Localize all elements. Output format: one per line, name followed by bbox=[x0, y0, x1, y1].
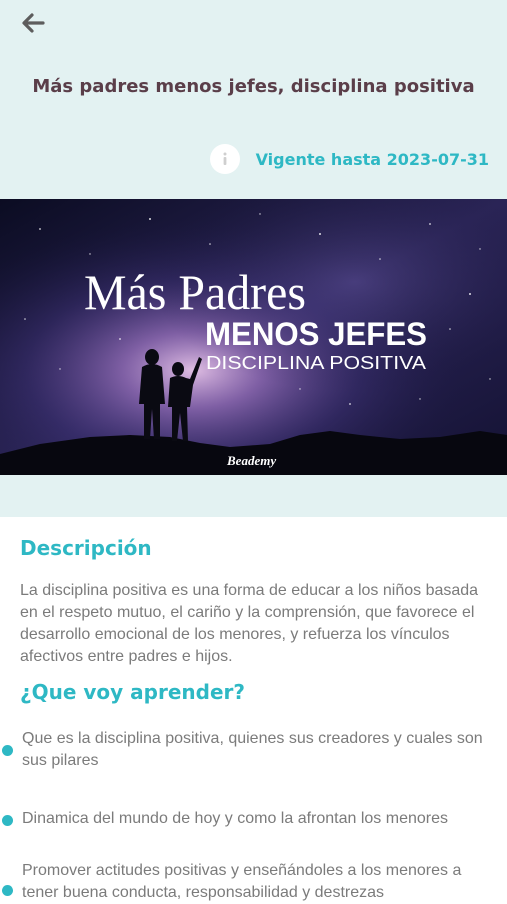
bullet-icon bbox=[2, 745, 13, 756]
bullet-icon bbox=[2, 885, 13, 896]
course-title: Más padres menos jefes, disciplina posit… bbox=[32, 76, 475, 97]
image-bottom-band bbox=[0, 475, 507, 517]
valid-until-text: Vigente hasta 2023-07-31 bbox=[255, 149, 489, 169]
banner-logo: Beademy bbox=[226, 453, 276, 468]
banner-line3: DISCIPLINA POSITIVA bbox=[206, 353, 426, 373]
header: Más padres menos jefes, disciplina posit… bbox=[0, 0, 507, 199]
banner-line2: MENOS JEFES bbox=[205, 316, 427, 352]
learn-item-text: Que es la disciplina positiva, quienes s… bbox=[22, 730, 483, 769]
validity-row: Vigente hasta 2023-07-31 bbox=[209, 143, 489, 175]
learn-item-text: Dinamica del mundo de hoy y como la afro… bbox=[22, 810, 448, 827]
arrow-left-icon bbox=[22, 13, 45, 33]
description-heading: Descripción bbox=[20, 536, 152, 560]
course-banner-image: Más Padres MENOS JEFES DISCIPLINA POSITI… bbox=[0, 199, 507, 475]
back-button[interactable] bbox=[16, 6, 50, 40]
learn-heading: ¿Que voy aprender? bbox=[20, 680, 245, 704]
bullet-icon bbox=[2, 815, 13, 826]
banner-line1: Más Padres bbox=[84, 264, 306, 320]
learn-item-text: Promover actitudes positivas y enseñándo… bbox=[22, 862, 462, 901]
info-icon[interactable] bbox=[209, 144, 240, 174]
description-text: La disciplina positiva es una forma de e… bbox=[20, 582, 479, 665]
